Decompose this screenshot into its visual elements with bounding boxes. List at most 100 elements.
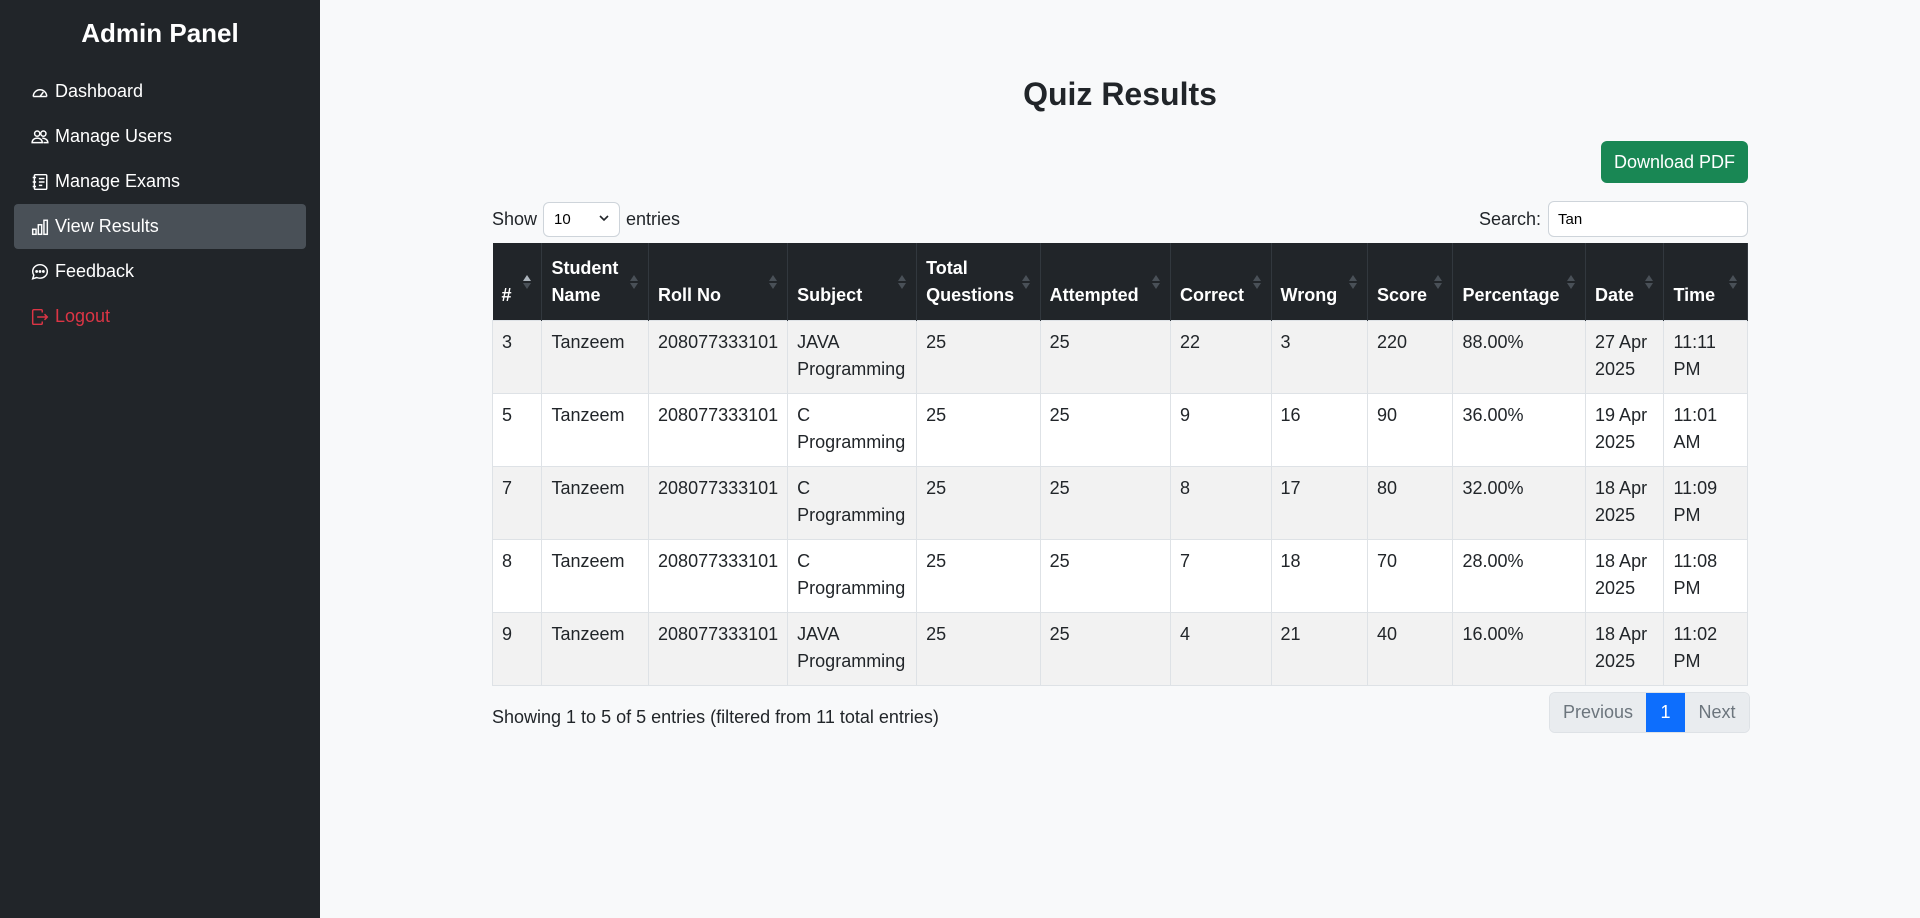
- sidebar-item-logout[interactable]: Logout: [14, 294, 306, 339]
- table-row: 9 Tanzeem 208077333101 JAVA Programming …: [491, 612, 1748, 686]
- column-header-student-name[interactable]: Student Name: [541, 243, 650, 321]
- table-cell: 25: [916, 320, 1041, 394]
- sort-icon: [1021, 274, 1030, 289]
- table-cell: 7: [1170, 539, 1272, 613]
- column-header-time[interactable]: Time: [1663, 243, 1748, 321]
- table-cell: 11:02 PM: [1663, 612, 1748, 686]
- entries-label: entries: [626, 208, 681, 229]
- column-header-attempted[interactable]: Attempted: [1040, 243, 1172, 321]
- sidebar-item-view-results[interactable]: View Results: [14, 204, 306, 249]
- sort-icon: [1567, 274, 1576, 289]
- table-cell: C Programming: [787, 466, 918, 540]
- table-cell: 28.00%: [1452, 539, 1587, 613]
- table-cell: 5: [491, 393, 543, 467]
- table-cell: 88.00%: [1452, 320, 1587, 394]
- sidebar: Admin Panel Dashboard Manage Users Manag…: [0, 0, 320, 918]
- table-cell: 22: [1170, 320, 1272, 394]
- bar-chart-icon: [31, 219, 49, 235]
- pagination-page-1-button[interactable]: 1: [1646, 693, 1685, 732]
- table-row: 5 Tanzeem 208077333101 C Programming 25 …: [491, 393, 1748, 467]
- table-cell: 4: [1170, 612, 1272, 686]
- column-header-label: Score: [1376, 285, 1427, 305]
- search-control: Search:: [1479, 201, 1748, 237]
- table-cell: 18: [1270, 539, 1368, 613]
- column-header-percentage[interactable]: Percentage: [1452, 243, 1587, 321]
- column-header-label: Attempted: [1049, 285, 1139, 305]
- column-header-roll-no[interactable]: Roll No: [648, 243, 789, 321]
- column-header-correct[interactable]: Correct: [1170, 243, 1272, 321]
- column-header-total-questions[interactable]: Total Questions: [916, 243, 1041, 321]
- results-table: # Student Name Roll No Subject Total Que…: [491, 243, 1748, 686]
- sidebar-item-dashboard[interactable]: Dashboard: [14, 69, 306, 114]
- column-header-label: Subject: [797, 285, 863, 305]
- sort-icon: [630, 274, 639, 289]
- sidebar-item-manage-users[interactable]: Manage Users: [14, 114, 306, 159]
- table-cell: 18 Apr 2025: [1585, 612, 1665, 686]
- table-cell: 208077333101: [648, 612, 789, 686]
- column-header-wrong[interactable]: Wrong: [1271, 243, 1368, 321]
- table-cell: JAVA Programming: [787, 612, 918, 686]
- sidebar-item-feedback[interactable]: Feedback: [14, 249, 306, 294]
- column-header-label: Roll No: [658, 285, 722, 305]
- column-header-label: Time: [1673, 285, 1716, 305]
- table-cell: 19 Apr 2025: [1585, 393, 1665, 467]
- search-input[interactable]: [1548, 201, 1748, 237]
- table-cell: 25: [1039, 612, 1172, 686]
- table-cell: 25: [1039, 539, 1172, 613]
- table-cell: 208077333101: [648, 466, 789, 540]
- sidebar-item-manage-exams[interactable]: Manage Exams: [14, 159, 306, 204]
- pagination-previous-button[interactable]: Previous: [1550, 693, 1646, 732]
- table-row: 3 Tanzeem 208077333101 JAVA Programming …: [491, 320, 1748, 394]
- table-cell: 70: [1366, 539, 1454, 613]
- sort-icon: [1152, 274, 1161, 289]
- table-cell: C Programming: [787, 393, 918, 467]
- page-length-control: Show 10 entries: [492, 201, 680, 237]
- table-cell: 32.00%: [1452, 466, 1587, 540]
- sort-icon: [898, 274, 907, 289]
- table-cell: 25: [1039, 466, 1172, 540]
- table-cell: C Programming: [787, 539, 918, 613]
- speedometer-icon: [32, 88, 48, 97]
- table-cell: 208077333101: [648, 393, 789, 467]
- table-cell: 11:11 PM: [1663, 320, 1748, 394]
- table-cell: Tanzeem: [541, 612, 650, 686]
- download-pdf-button[interactable]: Download PDF: [1601, 141, 1748, 183]
- table-cell: 208077333101: [648, 320, 789, 394]
- table-cell: 40: [1366, 612, 1454, 686]
- sort-icon: [1729, 274, 1737, 289]
- sort-icon: [1645, 274, 1654, 289]
- table-cell: 11:08 PM: [1663, 539, 1748, 613]
- column-header-label: Total Questions: [926, 258, 1015, 305]
- table-cell: 16: [1270, 393, 1368, 467]
- sidebar-item-label: Feedback: [55, 261, 135, 281]
- table-cell: 25: [916, 612, 1041, 686]
- table-cell: 25: [916, 539, 1041, 613]
- table-cell: Tanzeem: [541, 393, 650, 467]
- table-cell: 25: [1039, 393, 1172, 467]
- sort-icon: [1434, 274, 1443, 289]
- column-header-label: Correct: [1180, 285, 1245, 305]
- column-header-subject[interactable]: Subject: [787, 243, 918, 321]
- brand-title: Admin Panel: [81, 18, 239, 48]
- journal-icon: [32, 173, 48, 190]
- column-header-number[interactable]: #: [492, 243, 543, 321]
- column-header-label: Student Name: [551, 258, 619, 305]
- chat-dots-icon: [31, 263, 49, 280]
- table-cell: 18 Apr 2025: [1585, 539, 1665, 613]
- page-length-select[interactable]: 10: [543, 201, 621, 237]
- table-cell: 17: [1270, 466, 1368, 540]
- table-cell: 21: [1270, 612, 1368, 686]
- table-cell: 90: [1366, 393, 1454, 467]
- table-cell: Tanzeem: [541, 539, 650, 613]
- show-label: Show: [492, 208, 538, 229]
- table-cell: 9: [1170, 393, 1272, 467]
- search-label: Search:: [1478, 208, 1541, 229]
- column-header-score[interactable]: Score: [1367, 243, 1454, 321]
- pagination-next-button[interactable]: Next: [1685, 693, 1749, 732]
- column-header-label: Percentage: [1462, 285, 1560, 305]
- pagination: Previous 1 Next: [1549, 692, 1750, 733]
- table-cell: 9: [491, 612, 543, 686]
- table-cell: 36.00%: [1452, 393, 1587, 467]
- column-header-date[interactable]: Date: [1585, 243, 1665, 321]
- table-cell: 3: [491, 320, 543, 394]
